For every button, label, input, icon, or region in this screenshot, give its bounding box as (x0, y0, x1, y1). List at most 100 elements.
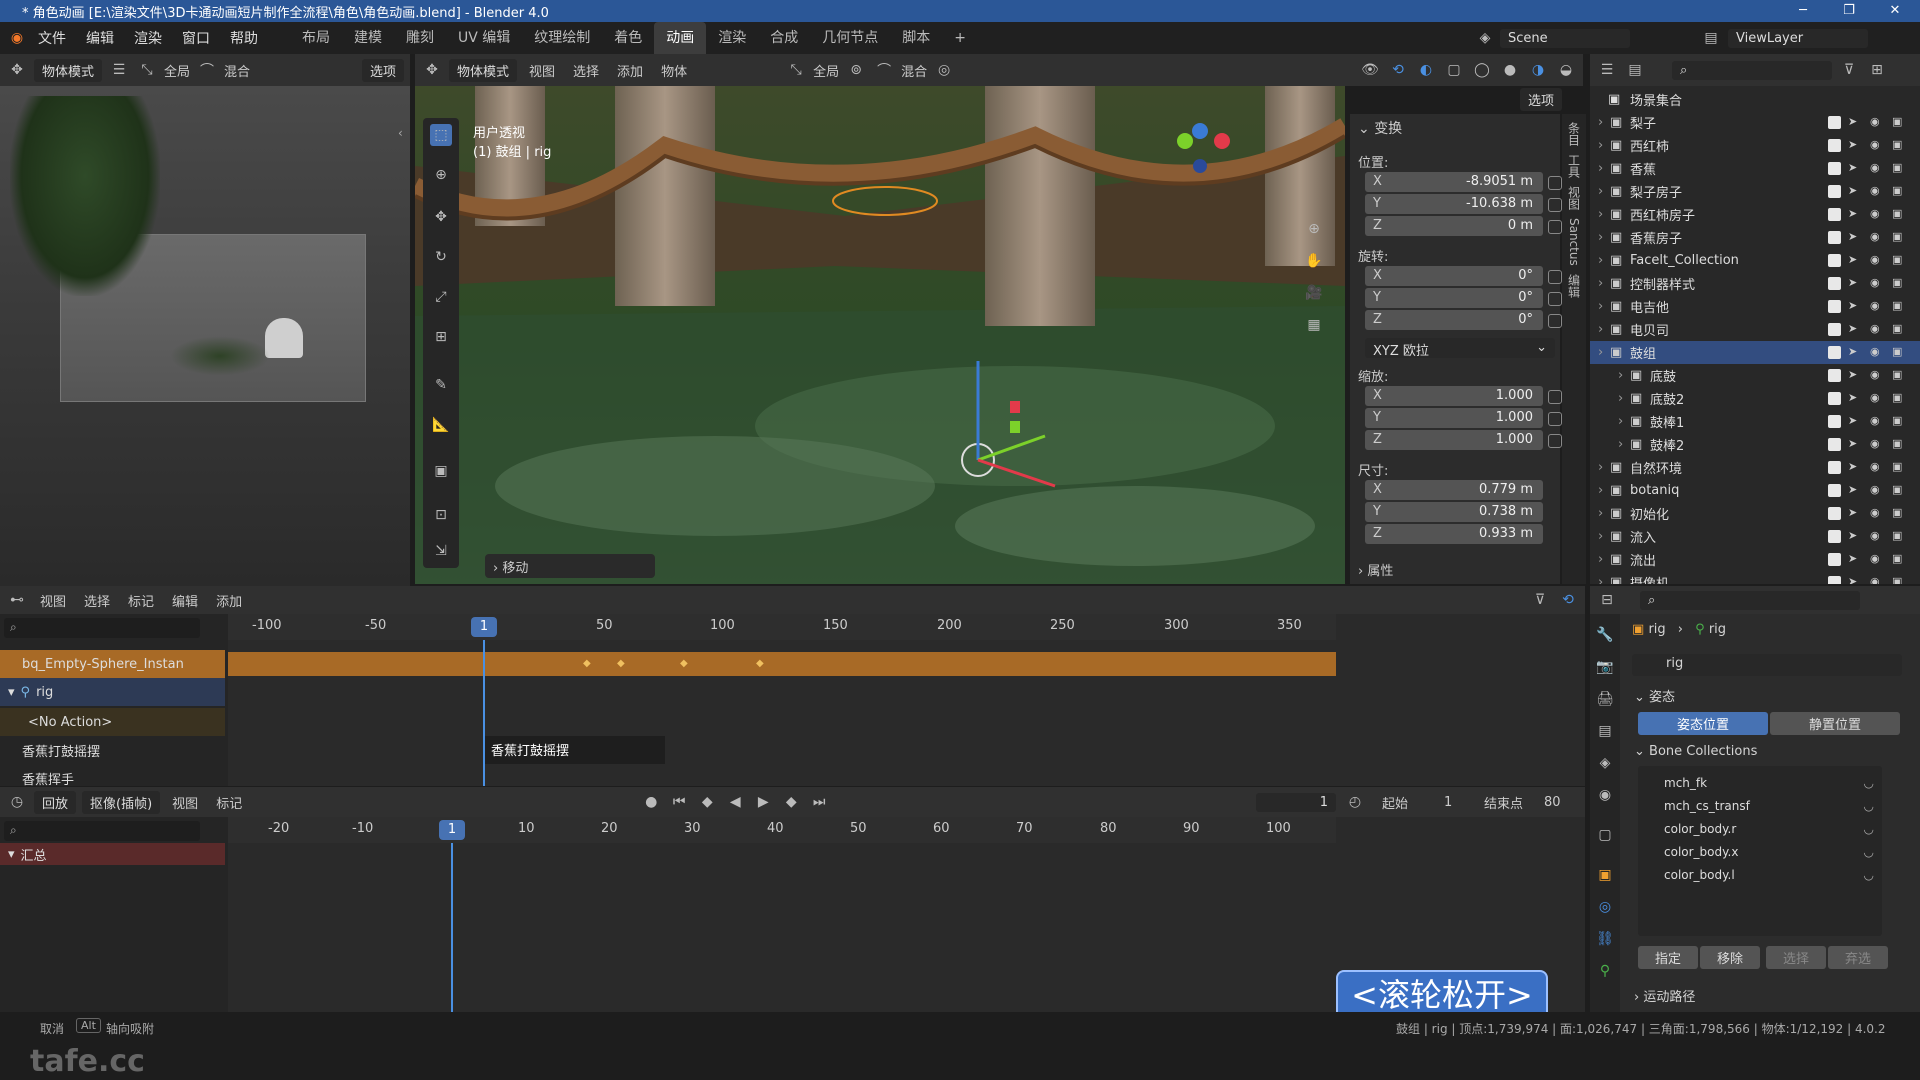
exclude-checkbox[interactable] (1828, 461, 1841, 474)
outliner-row[interactable]: › ▣ 西红柿 ➤ ◉ ▣ (1590, 134, 1920, 157)
outliner-row[interactable]: › ▣ 鼓棒2 ➤ ◉ ▣ (1590, 433, 1920, 456)
eye-icon[interactable]: ◉ (1870, 414, 1880, 427)
xray-icon[interactable]: ▢ (1443, 59, 1465, 81)
exclude-checkbox[interactable] (1828, 162, 1841, 175)
timeline-current-frame[interactable]: 1 (439, 820, 465, 840)
expand-arrow-icon[interactable]: › (1598, 460, 1603, 475)
keyframe-marker[interactable]: ◆ (583, 658, 591, 669)
select-arrow-icon[interactable]: ➤ (1848, 253, 1857, 266)
perspective-toggle-icon[interactable]: ▦ (1303, 314, 1325, 336)
expand-arrow-icon[interactable]: › (1598, 161, 1603, 176)
timeline-editor-type-icon[interactable]: ◷ (6, 791, 28, 813)
dopesheet-menu-marker[interactable]: 标记 (122, 591, 160, 610)
visibility-toggle-icon[interactable]: ◡ (1864, 868, 1874, 882)
workspace-tab-scripting[interactable]: 脚本 (890, 22, 942, 54)
outliner-row[interactable]: › ▣ 香蕉 ➤ ◉ ▣ (1590, 157, 1920, 180)
next-keyframe-icon[interactable]: ◆ (780, 791, 802, 813)
exclude-checkbox[interactable] (1828, 139, 1841, 152)
exclude-checkbox[interactable] (1828, 346, 1841, 359)
camera-icon[interactable]: ▣ (1892, 161, 1902, 174)
menu-file[interactable]: 文件 (28, 28, 76, 48)
eye-icon[interactable]: ◉ (1870, 552, 1880, 565)
expand-arrow-icon[interactable]: › (1618, 414, 1623, 429)
outliner-row[interactable]: › ▣ 底鼓 ➤ ◉ ▣ (1590, 364, 1920, 387)
camera-icon[interactable]: ▣ (1892, 414, 1902, 427)
eye-icon[interactable]: ◉ (1870, 322, 1880, 335)
collection-tab-icon[interactable]: ▢ (1594, 824, 1616, 846)
armature-data-tab-icon[interactable]: ⚲ (1594, 960, 1616, 982)
camera-icon[interactable]: ▣ (1892, 253, 1902, 266)
camera-icon[interactable]: ▣ (1892, 391, 1902, 404)
exclude-checkbox[interactable] (1828, 438, 1841, 451)
expand-arrow-icon[interactable]: › (1598, 276, 1603, 291)
select-arrow-icon[interactable]: ➤ (1848, 391, 1857, 404)
lock-icon[interactable] (1548, 270, 1562, 284)
outliner-row[interactable]: › ▣ 梨子房子 ➤ ◉ ▣ (1590, 180, 1920, 203)
tab-item[interactable]: 条目 (1566, 122, 1583, 146)
left-viewport[interactable]: ‹ (0, 86, 410, 586)
rotation-x-field[interactable]: X 0° (1365, 266, 1543, 286)
scene-tab-icon[interactable]: ◈ (1594, 752, 1616, 774)
exclude-checkbox[interactable] (1828, 208, 1841, 221)
main-menu-object[interactable]: 物体 (655, 61, 693, 80)
tab-tool[interactable]: 工具 (1566, 154, 1583, 178)
exclude-checkbox[interactable] (1828, 507, 1841, 520)
outliner-row[interactable]: › ▣ 香蕉房子 ➤ ◉ ▣ (1590, 226, 1920, 249)
play-reverse-icon[interactable]: ◀ (724, 791, 746, 813)
select-arrow-icon[interactable]: ➤ (1848, 437, 1857, 450)
jump-end-icon[interactable]: ⏭ (808, 791, 830, 813)
assign-button[interactable]: 指定 (1638, 946, 1698, 969)
object-keyframe-row[interactable] (228, 652, 1336, 676)
display-mode-icon[interactable]: ▤ (1624, 59, 1646, 81)
select-arrow-icon[interactable]: ➤ (1848, 552, 1857, 565)
constraints-tab-icon[interactable]: ⛓ (1594, 928, 1616, 950)
visibility-toggle-icon[interactable]: ◡ (1864, 822, 1874, 836)
outliner-row[interactable]: › ▣ 梨子 ➤ ◉ ▣ (1590, 111, 1920, 134)
keyframe-marker[interactable]: ◆ (756, 658, 764, 669)
camera-icon[interactable]: ▣ (1892, 230, 1902, 243)
select-arrow-icon[interactable]: ➤ (1848, 138, 1857, 151)
end-frame-value[interactable]: 80 (1544, 795, 1561, 810)
eye-icon[interactable]: ◉ (1870, 460, 1880, 473)
rotation-y-field[interactable]: Y 0° (1365, 288, 1543, 308)
main-menu-view[interactable]: 视图 (523, 61, 561, 80)
outliner-row[interactable]: › ▣ 电贝司 ➤ ◉ ▣ (1590, 318, 1920, 341)
bone-collection-item[interactable]: color_body.r ◡ (1664, 822, 1874, 836)
main-options-button[interactable]: 选项 (1520, 88, 1563, 111)
exclude-checkbox[interactable] (1828, 116, 1841, 129)
dopesheet-search-input[interactable]: ⌕ (4, 618, 200, 638)
start-frame-value[interactable]: 1 (1444, 795, 1452, 810)
camera-icon[interactable]: ▣ (1892, 437, 1902, 450)
menu-help[interactable]: 帮助 (220, 28, 268, 48)
pivot-icon[interactable]: ⊚ (845, 59, 867, 81)
workspace-tab-modeling[interactable]: 建模 (342, 22, 394, 54)
location-z-field[interactable]: Z0 m (1365, 216, 1543, 236)
scale-y-field[interactable]: Y 1.000 (1365, 408, 1543, 428)
select-arrow-icon[interactable]: ➤ (1848, 506, 1857, 519)
shading-wireframe-icon[interactable]: ◯ (1471, 59, 1493, 81)
viewlayer-icon[interactable]: ▤ (1700, 27, 1722, 49)
expand-arrow-icon[interactable]: › (1598, 345, 1603, 360)
eye-icon[interactable]: ◉ (1870, 207, 1880, 220)
motion-paths-header[interactable]: › 运动路径 (1634, 986, 1695, 1005)
outliner-row[interactable]: › ▣ botaniq ➤ ◉ ▣ (1590, 479, 1920, 502)
physics-tab-icon[interactable]: ◎ (1594, 896, 1616, 918)
expand-arrow-icon[interactable]: › (1598, 253, 1603, 268)
select-arrow-icon[interactable]: ➤ (1848, 161, 1857, 174)
timeline-menu-view[interactable]: 视图 (166, 793, 204, 812)
shear-tool-icon[interactable]: ⇲ (430, 540, 452, 562)
scene-selector[interactable]: Scene (1500, 28, 1630, 48)
jump-start-icon[interactable]: ⏮ (668, 791, 690, 813)
select-arrow-icon[interactable]: ➤ (1848, 368, 1857, 381)
zoom-icon[interactable]: ⊕ (1303, 218, 1325, 240)
dimension-x-field[interactable]: X 0.779 m (1365, 480, 1543, 500)
select-arrow-icon[interactable]: ➤ (1848, 414, 1857, 427)
select-arrow-icon[interactable]: ➤ (1848, 299, 1857, 312)
timeline-keying-menu[interactable]: 抠像(插帧) (82, 790, 161, 814)
bone-collection-item[interactable]: mch_cs_transf ◡ (1664, 799, 1874, 813)
channel-rig[interactable]: ▾ ⚲ rig (0, 678, 225, 706)
last-operator-panel[interactable]: › 移动 (485, 554, 655, 578)
scale-z-field[interactable]: Z 1.000 (1365, 430, 1543, 450)
expand-arrow-icon[interactable]: › (1598, 115, 1603, 130)
expand-arrow-icon[interactable]: › (1598, 138, 1603, 153)
